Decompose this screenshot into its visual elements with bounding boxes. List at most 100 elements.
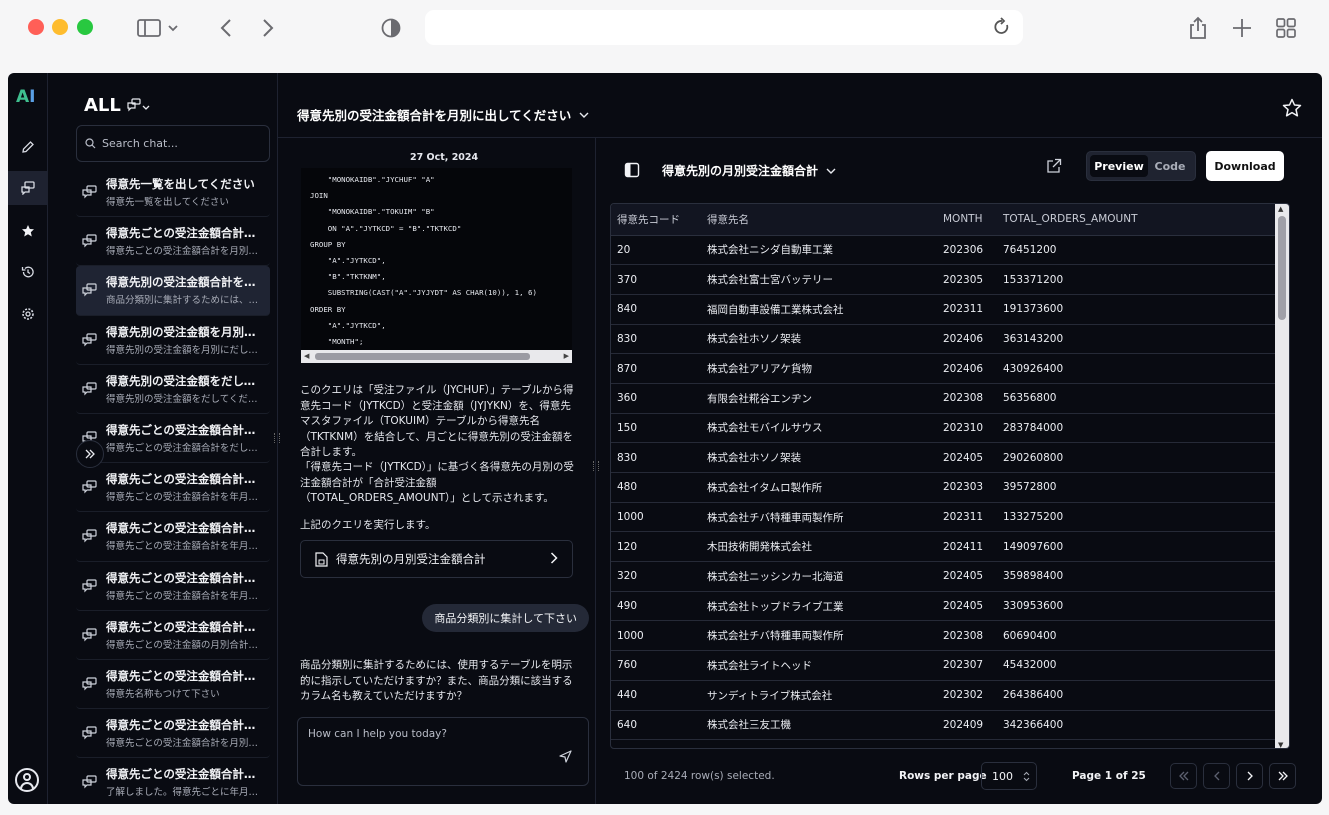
tab-preview[interactable]: Preview — [1090, 155, 1148, 177]
chat-list-item[interactable]: 得意先ごとの受注金額合計を年... 得意先ごとの受注金額合計を年月ごと... — [76, 512, 270, 562]
back-icon[interactable] — [216, 14, 236, 42]
conversation-title[interactable]: 得意先別の受注金額合計を月別に出してください — [297, 105, 589, 124]
share-icon[interactable] — [1186, 14, 1210, 42]
shield-icon[interactable] — [380, 14, 402, 42]
scroll-thumb[interactable] — [1278, 216, 1286, 320]
sidebar-toggle-icon[interactable] — [134, 14, 182, 42]
table-cell: 370 — [611, 264, 701, 295]
minimize-window-button[interactable] — [52, 19, 68, 35]
table-vertical-scrollbar[interactable]: ▲ ▼ — [1275, 204, 1289, 748]
tab-overview-icon[interactable] — [1274, 14, 1298, 42]
table-cell: 153371200 — [997, 264, 1277, 295]
forward-icon[interactable] — [258, 14, 278, 42]
panel-toggle-icon[interactable] — [624, 162, 640, 182]
table-row[interactable]: 20 株式会社ニシダ自動車工業 202306 76451200 — [611, 235, 1277, 266]
address-bar[interactable] — [425, 10, 1023, 45]
chat-list-item[interactable]: 得意先ごとの受注金額合計を月... 得意先ごとの受注金額合計を月別に出... — [76, 709, 270, 759]
new-chat-button[interactable] — [8, 130, 48, 164]
double-chevron-right-icon — [85, 449, 95, 459]
column-header[interactable]: MONTH — [937, 204, 997, 236]
table-cell: 株式会社モバイルサウス — [701, 413, 937, 444]
sidebar-resize-handle[interactable] — [274, 433, 280, 443]
open-external-icon[interactable] — [1046, 158, 1062, 178]
message-input[interactable] — [308, 728, 548, 748]
settings-button[interactable] — [8, 297, 48, 331]
next-page-button[interactable] — [1236, 763, 1263, 789]
chat-item-title: 得意先別の受注金額合計を月... — [106, 275, 266, 290]
previous-page-button[interactable] — [1203, 763, 1230, 789]
table-row[interactable]: 480 株式会社イタムロ製作所 202303 39572800 — [611, 472, 1277, 503]
table-row[interactable]: 830 株式会社ホソノ架装 202406 363143200 — [611, 324, 1277, 355]
table-cell: 202306 — [937, 235, 997, 266]
zoom-window-button[interactable] — [77, 19, 93, 35]
result-title[interactable]: 得意先別の月別受注金額合計 — [662, 162, 836, 179]
reload-icon[interactable] — [993, 17, 1011, 41]
table-cell: 202406 — [937, 324, 997, 355]
chat-list-item[interactable]: 得意先ごとの受注金額合計を年... 得意先ごとの受注金額合計を年月別に... — [76, 562, 270, 611]
expand-panel-button[interactable] — [76, 440, 104, 468]
scroll-left-icon[interactable]: ◀ — [304, 352, 309, 360]
new-tab-icon[interactable] — [1230, 14, 1254, 42]
scroll-up-icon[interactable]: ▲ — [1278, 205, 1283, 213]
result-table: 得意先コード 得意先名 MONTH TOTAL_ORDERS_AMOUNT 20… — [611, 204, 1277, 741]
chat-list-item[interactable]: 得意先ごとの受注金額合計を年... 得意先ごとの受注金額合計を年月で集... — [76, 463, 270, 513]
table-row[interactable]: 1000 株式会社チバ特種車両製作所 202308 60690400 — [611, 620, 1277, 652]
column-header[interactable]: 得意先名 — [701, 204, 937, 236]
scroll-thumb[interactable] — [315, 353, 530, 360]
chat-list-item[interactable]: 得意先ごとの受注金額合計を月... 得意先ごとの受注金額合計を月別に出... — [76, 217, 270, 267]
table-row[interactable]: 120 木田技術開発株式会社 202411 149097600 — [611, 531, 1277, 563]
table-cell: 株式会社三友工機 — [701, 710, 937, 741]
result-panel: 得意先別の月別受注金額合計 Preview Code Download 得意先コ… — [596, 138, 1322, 804]
table-row[interactable]: 840 福岡自動車設備工業株式会社 202311 191373600 — [611, 294, 1277, 325]
close-window-button[interactable] — [28, 19, 44, 35]
chats-button[interactable] — [8, 171, 48, 205]
chat-list-item[interactable]: 得意先ごとの受注金額合計を月... 了解しました。得意先ごとに年月順にソ... — [76, 758, 270, 804]
scroll-down-icon[interactable]: ▼ — [1278, 741, 1283, 748]
tab-code[interactable]: Code — [1148, 155, 1192, 177]
table-row[interactable]: 440 サンディトライブ株式会社 202302 264386400 — [611, 680, 1277, 711]
chevron-left-icon — [1213, 771, 1219, 781]
chat-item-title: 得意先別の受注金額をだしてくだ... — [106, 373, 266, 388]
chat-list-item[interactable]: 得意先ごとの受注金額合計をだ... 得意先ごとの受注金額合計をだしてく... — [76, 414, 270, 464]
download-button[interactable]: Download — [1206, 151, 1284, 181]
chat-list-item[interactable]: 得意先ごとの受注金額合計を月... 得意先ごとの受注金額の月別合計を出... — [76, 611, 270, 660]
first-page-button[interactable] — [1170, 763, 1197, 789]
table-cell: 150 — [611, 413, 701, 444]
chat-list-item[interactable]: 得意先別の受注金額を月別にだ... 得意先別の受注金額を月別にだしてく... — [76, 316, 270, 365]
table-row[interactable]: 320 株式会社ニッシンカー北海道 202405 359898400 — [611, 561, 1277, 592]
column-header[interactable]: TOTAL_ORDERS_AMOUNT — [997, 204, 1277, 236]
table-row[interactable]: 760 株式会社ライトヘッド 202307 45432000 — [611, 650, 1277, 681]
sql-code: "MONOKAIDB"."JYCHUF" "A" JOIN "MONOKAIDB… — [310, 175, 537, 347]
column-header[interactable]: 得意先コード — [611, 204, 701, 236]
chat-list-item[interactable]: 得意先別の受注金額合計を月... 商品分類別に集計するためには、使用... — [76, 266, 270, 316]
table-row[interactable]: 360 有限会社糀谷エンヂン 202308 56356800 — [611, 383, 1277, 414]
table-row[interactable]: 870 株式会社アリアケ貨物 202406 430926400 — [611, 353, 1277, 384]
scroll-right-icon[interactable]: ▶ — [564, 352, 569, 360]
chat-list-item[interactable]: 得意先一覧を出してください 得意先一覧を出してください — [76, 168, 270, 218]
table-row[interactable]: 490 株式会社トップドライブ工業 202405 330953600 — [611, 591, 1277, 622]
chat-list-item[interactable]: 得意先ごとの受注金額合計を月... 得意先名称もつけて下さい — [76, 660, 270, 710]
user-avatar-icon[interactable] — [15, 768, 39, 792]
favorites-button[interactable] — [8, 214, 48, 248]
sidebar-title[interactable]: ALL — [84, 95, 151, 116]
chat-list-item[interactable]: 得意先別の受注金額をだしてくだ... 得意先別の受注金額をだしてください — [76, 365, 270, 414]
search-box[interactable] — [76, 125, 270, 162]
last-page-button[interactable] — [1269, 763, 1296, 789]
browser-chrome — [0, 0, 1329, 62]
rows-per-page-select[interactable]: 100 — [981, 762, 1037, 790]
table-row[interactable]: 370 株式会社富士宮バッテリー 202305 153371200 — [611, 264, 1277, 295]
query-result-button[interactable]: 得意先別の月別受注金額合計 — [300, 540, 573, 578]
history-button[interactable] — [8, 255, 48, 289]
table-cell: 870 — [611, 353, 701, 384]
table-row[interactable]: 640 株式会社三友工機 202409 342366400 — [611, 710, 1277, 741]
search-input[interactable] — [102, 137, 262, 150]
result-table-container[interactable]: 得意先コード 得意先名 MONTH TOTAL_ORDERS_AMOUNT 20… — [610, 203, 1290, 749]
table-row[interactable]: 1000 株式会社チバ特種車両製作所 202311 133275200 — [611, 502, 1277, 533]
message-composer[interactable] — [297, 717, 589, 786]
send-icon[interactable] — [559, 748, 572, 767]
table-cell: 株式会社ニッシンカー北海道 — [701, 561, 937, 592]
favorite-button[interactable] — [1282, 98, 1302, 122]
table-row[interactable]: 830 株式会社ホソノ架装 202405 290260800 — [611, 442, 1277, 473]
table-row[interactable]: 150 株式会社モバイルサウス 202310 283784000 — [611, 413, 1277, 444]
code-horizontal-scrollbar[interactable]: ◀ ▶ — [301, 350, 572, 363]
